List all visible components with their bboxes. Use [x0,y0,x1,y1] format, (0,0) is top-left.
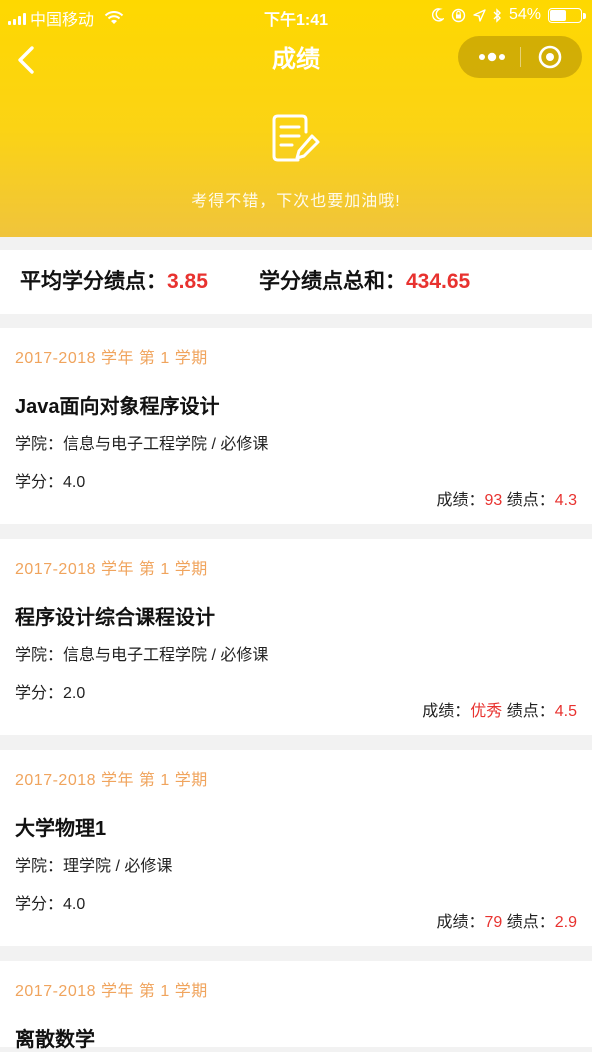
total-gpa-value: 434.65 [406,270,471,293]
course-score-line: 成绩：93 绩点：4.3 [436,486,577,510]
course-college: 学院：理学院 / 必修课 [15,858,173,875]
course-credit: 学分：4.0 [15,474,86,491]
rotation-lock-icon [451,8,466,22]
score-value: 93 [484,492,503,509]
mini-program-capsule [458,36,582,78]
course-card[interactable]: 2017-2018 学年 第 1 学期 程序设计综合课程设计 学院：信息与电子工… [0,539,592,735]
target-circle-icon[interactable] [536,44,564,70]
course-credit: 学分：4.0 [15,896,86,913]
average-gpa-label: 平均学分绩点： [20,270,167,293]
course-name: 大学物理1 [15,818,107,840]
course-card[interactable]: 2017-2018 学年 第 1 学期 大学物理1 学院：理学院 / 必修课 学… [0,750,592,946]
gpa-label: 绩点： [506,914,555,931]
course-score-line: 成绩：79 绩点：2.9 [436,908,577,932]
note-edit-icon [272,114,320,162]
battery-icon [548,7,586,23]
score-value: 优秀 [470,703,503,720]
course-credit: 学分：2.0 [15,685,86,702]
course-name: Java面向对象程序设计 [15,396,220,418]
score-label: 成绩： [436,492,485,509]
status-bar: 中国移动 下午1:41 54% [0,0,592,30]
gpa-value: 4.5 [554,703,577,720]
score-label: 成绩： [422,703,471,720]
total-gpa: 学分绩点总和：434.65 [259,250,470,314]
capsule-divider [520,47,521,67]
status-right: 54% [431,6,586,24]
course-term: 2017-2018 学年 第 1 学期 [15,772,208,789]
total-gpa-label: 学分绩点总和： [259,270,406,293]
course-card[interactable]: 2017-2018 学年 第 1 学期 离散数学 [0,961,592,1051]
course-name: 离散数学 [15,1029,95,1051]
moon-icon [431,8,444,22]
course-card[interactable]: 2017-2018 学年 第 1 学期 Java面向对象程序设计 学院：信息与电… [0,328,592,524]
course-college: 学院：信息与电子工程学院 / 必修课 [15,647,269,664]
course-term: 2017-2018 学年 第 1 学期 [15,561,208,578]
gpa-label: 绩点： [506,703,555,720]
location-arrow-icon [473,8,486,22]
gpa-value: 4.3 [554,492,577,509]
score-value: 79 [484,914,503,931]
battery-label: 54% [508,6,541,23]
course-college: 学院：信息与电子工程学院 / 必修课 [15,436,269,453]
course-score-line: 成绩：优秀 绩点：4.5 [422,697,577,721]
course-term: 2017-2018 学年 第 1 学期 [15,983,208,1000]
course-term: 2017-2018 学年 第 1 学期 [15,350,208,367]
average-gpa-value: 3.85 [167,270,208,293]
encouragement-message: 考得不错，下次也要加油哦! [191,193,401,210]
average-gpa: 平均学分绩点：3.85 [20,250,208,314]
gpa-label: 绩点： [506,492,555,509]
course-name: 程序设计综合课程设计 [15,607,215,629]
gpa-summary: 平均学分绩点：3.85 学分绩点总和：434.65 [0,250,592,314]
header-banner: 中国移动 下午1:41 54% 成绩 考得不错，下次也要加油哦! [0,0,592,237]
bluetooth-icon [493,7,501,23]
score-label: 成绩： [436,914,485,931]
more-dots-icon[interactable] [474,36,510,78]
gpa-value: 2.9 [554,914,577,931]
battery-level [550,9,566,21]
